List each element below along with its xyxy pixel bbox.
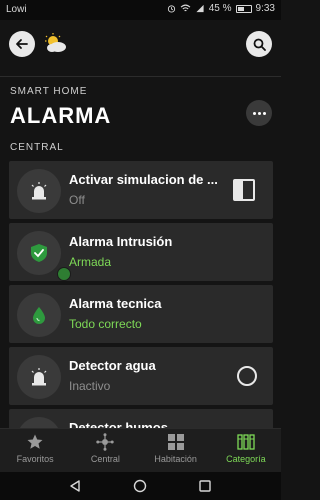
device-name: Detector agua — [69, 358, 156, 373]
simulation-toggle[interactable] — [233, 179, 255, 201]
system-recents-icon[interactable] — [198, 479, 212, 493]
device-icon-circle — [17, 169, 61, 213]
device-icon-circle — [17, 231, 61, 275]
group-label: CENTRAL — [10, 142, 64, 153]
system-home-icon[interactable] — [133, 479, 147, 493]
app-bar — [0, 20, 281, 68]
page-title: ALARMA — [10, 103, 112, 128]
device-icon-circle — [17, 293, 61, 337]
device-status: Todo correcto — [69, 317, 142, 331]
nav-label: Habitación — [154, 454, 197, 464]
device-status: Armada — [69, 255, 112, 269]
carrier-name: Lowi — [6, 4, 27, 15]
nav-item-habitacion[interactable]: Habitación — [141, 429, 211, 472]
device-card[interactable]: Alarma Intrusión Armada — [9, 223, 273, 281]
device-name: Alarma Intrusión — [69, 234, 173, 249]
alarm-clock-icon — [167, 5, 175, 13]
grid-icon — [167, 434, 184, 450]
nav-item-favoritos[interactable]: Favoritos — [0, 429, 70, 472]
device-status: Off — [69, 193, 85, 207]
device-card[interactable]: Alarma tecnica Todo correcto — [9, 285, 273, 343]
bottom-navigation: Favoritos Central Habitación Categoría — [0, 428, 281, 472]
radio-button[interactable] — [237, 366, 257, 386]
siren-icon — [31, 368, 47, 386]
section-label: SMART HOME — [10, 86, 88, 97]
star-icon — [27, 434, 43, 449]
more-dot — [252, 111, 256, 115]
back-button[interactable] — [9, 31, 35, 57]
battery-icon — [235, 4, 252, 13]
arrow-left-icon — [16, 39, 28, 49]
armed-badge-icon — [57, 267, 71, 281]
more-dot — [257, 111, 261, 115]
search-button[interactable] — [246, 31, 272, 57]
device-name: Alarma tecnica — [69, 296, 162, 311]
status-icons: 45 % 9:33 — [167, 3, 275, 14]
nav-label: Central — [90, 454, 120, 464]
device-icon-circle — [17, 355, 61, 399]
signal-icon — [196, 4, 204, 13]
header-divider — [0, 76, 281, 77]
device-name: Activar simulacion de ... — [69, 172, 218, 187]
system-navigation-bar — [0, 472, 281, 500]
nav-label: Categoría — [226, 454, 266, 464]
hub-icon — [96, 433, 115, 451]
nav-label: Favoritos — [16, 454, 54, 464]
battery-percent: 45 % — [208, 3, 232, 14]
status-bar: Lowi 45 % 9:33 — [0, 0, 281, 20]
device-status: Inactivo — [69, 379, 111, 393]
shield-check-icon — [31, 244, 47, 262]
clock-time: 9:33 — [255, 3, 275, 14]
system-back-icon[interactable] — [68, 479, 82, 493]
device-card[interactable]: Detector agua Inactivo — [9, 347, 273, 405]
water-drop-icon — [33, 307, 45, 324]
device-card[interactable]: Activar simulacion de ... Off — [9, 161, 273, 219]
partly-cloudy-icon[interactable] — [42, 32, 68, 54]
wifi-icon — [180, 4, 191, 12]
columns-icon — [237, 434, 255, 450]
nav-item-central[interactable]: Central — [70, 429, 140, 472]
more-dot — [262, 111, 266, 115]
search-icon — [253, 38, 266, 51]
more-options-button[interactable] — [246, 100, 272, 126]
siren-icon — [31, 182, 47, 200]
toggle-knob — [235, 181, 243, 199]
nav-item-categoria[interactable]: Categoría — [211, 429, 281, 472]
